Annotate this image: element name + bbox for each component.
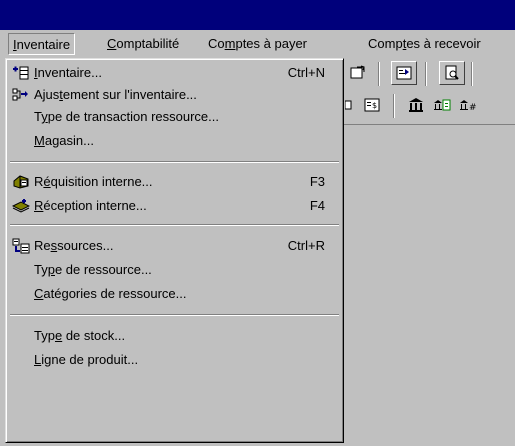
bank-transfer-icon[interactable] xyxy=(429,93,455,117)
invoice-icon[interactable]: $ xyxy=(359,93,385,117)
toolbar-button-partial[interactable] xyxy=(481,61,507,85)
export-icon[interactable] xyxy=(345,61,371,85)
menu-item-label: Magasin... xyxy=(34,133,94,148)
menu-label-pre: Co xyxy=(208,36,225,51)
bank-deposit-icon[interactable]: # xyxy=(455,93,481,117)
menu-comptabilite[interactable]: Comptabilité xyxy=(103,33,183,55)
menu-inventaire[interactable]: Inventaire xyxy=(8,33,76,55)
menu-item-type-de-stock[interactable]: Type de stock... xyxy=(8,324,341,348)
menu-separator xyxy=(10,224,339,226)
menu-item-label: Inventaire... xyxy=(34,65,102,80)
menu-item-requisition-interne[interactable]: Réquisition interne... F3 xyxy=(8,170,341,194)
menu-label-post: omptabilité xyxy=(116,36,180,51)
print-preview-icon[interactable] xyxy=(439,61,465,85)
bank-icon[interactable] xyxy=(403,93,429,117)
svg-text:$: $ xyxy=(372,101,377,110)
menu-item-label: Type de ressource... xyxy=(34,262,152,277)
new-inventory-icon xyxy=(12,65,30,81)
menu-item-label: Réquisition interne... xyxy=(34,174,153,189)
menu-bar: Inventaire Comptabilité Comptes à payer … xyxy=(0,30,515,59)
menu-item-shortcut: Ctrl+R xyxy=(287,238,325,253)
menu-item-ligne-de-produit[interactable]: Ligne de produit... xyxy=(8,348,341,372)
resources-icon xyxy=(12,238,30,254)
menu-item-type-transaction[interactable]: Type de transaction ressource... xyxy=(8,105,341,129)
menu-item-label: Ressources... xyxy=(34,238,114,253)
menu-item-label: Type de transaction ressource... xyxy=(34,109,219,124)
menu-item-categories-de-ressource[interactable]: Catégories de ressource... xyxy=(8,282,341,306)
menu-item-label: Ajustement sur l'inventaire... xyxy=(34,87,197,102)
inventaire-dropdown-menu: Inventaire... Ctrl+N Ajustement sur l'in… xyxy=(5,58,344,443)
menu-label-post: ptes à payer xyxy=(235,36,308,51)
menu-item-magasin[interactable]: Magasin... xyxy=(8,129,341,153)
menu-comptes-a-recevoir[interactable]: Comptes à recevoir xyxy=(364,33,485,55)
menu-item-ressources[interactable]: Ressources... Ctrl+R xyxy=(8,234,341,258)
menu-item-shortcut: F4 xyxy=(309,198,325,213)
menu-item-inventaire[interactable]: Inventaire... Ctrl+N xyxy=(8,61,341,85)
menu-item-shortcut: Ctrl+N xyxy=(287,65,325,80)
menu-item-label: Type de stock... xyxy=(34,328,126,343)
toolbar-standard xyxy=(343,60,515,88)
menu-label-post: nventaire xyxy=(16,37,71,52)
menu-item-reception-interne[interactable]: Réception interne... F4 xyxy=(8,194,341,218)
internal-requisition-icon xyxy=(12,174,30,190)
menu-item-label: Réception interne... xyxy=(34,198,147,213)
workspace-area xyxy=(343,124,515,446)
menu-separator xyxy=(10,161,339,163)
title-bar xyxy=(0,0,515,30)
svg-text:#: # xyxy=(469,103,477,113)
menu-label-post: es à recevoir xyxy=(406,36,481,51)
menu-item-label: Ligne de produit... xyxy=(34,352,139,367)
menu-label-mnemonic: C xyxy=(107,36,117,51)
menu-label-mnemonic: m xyxy=(224,36,236,51)
menu-item-label: Catégories de ressource... xyxy=(34,286,187,301)
form-icon[interactable] xyxy=(391,61,417,85)
menu-comptes-a-payer[interactable]: Comptes à payer xyxy=(204,33,311,55)
menu-item-ajustement[interactable]: Ajustement sur l'inventaire... xyxy=(8,83,341,107)
inventory-adjustment-icon xyxy=(12,87,30,103)
menu-separator xyxy=(10,314,339,316)
toolbar-finance: $ # xyxy=(343,92,515,120)
menu-item-type-de-ressource[interactable]: Type de ressource... xyxy=(8,258,341,282)
menu-item-shortcut: F3 xyxy=(309,174,325,189)
internal-reception-icon xyxy=(11,198,31,214)
grid-icon[interactable] xyxy=(343,93,355,117)
menu-label-pre: Comp xyxy=(368,36,403,51)
